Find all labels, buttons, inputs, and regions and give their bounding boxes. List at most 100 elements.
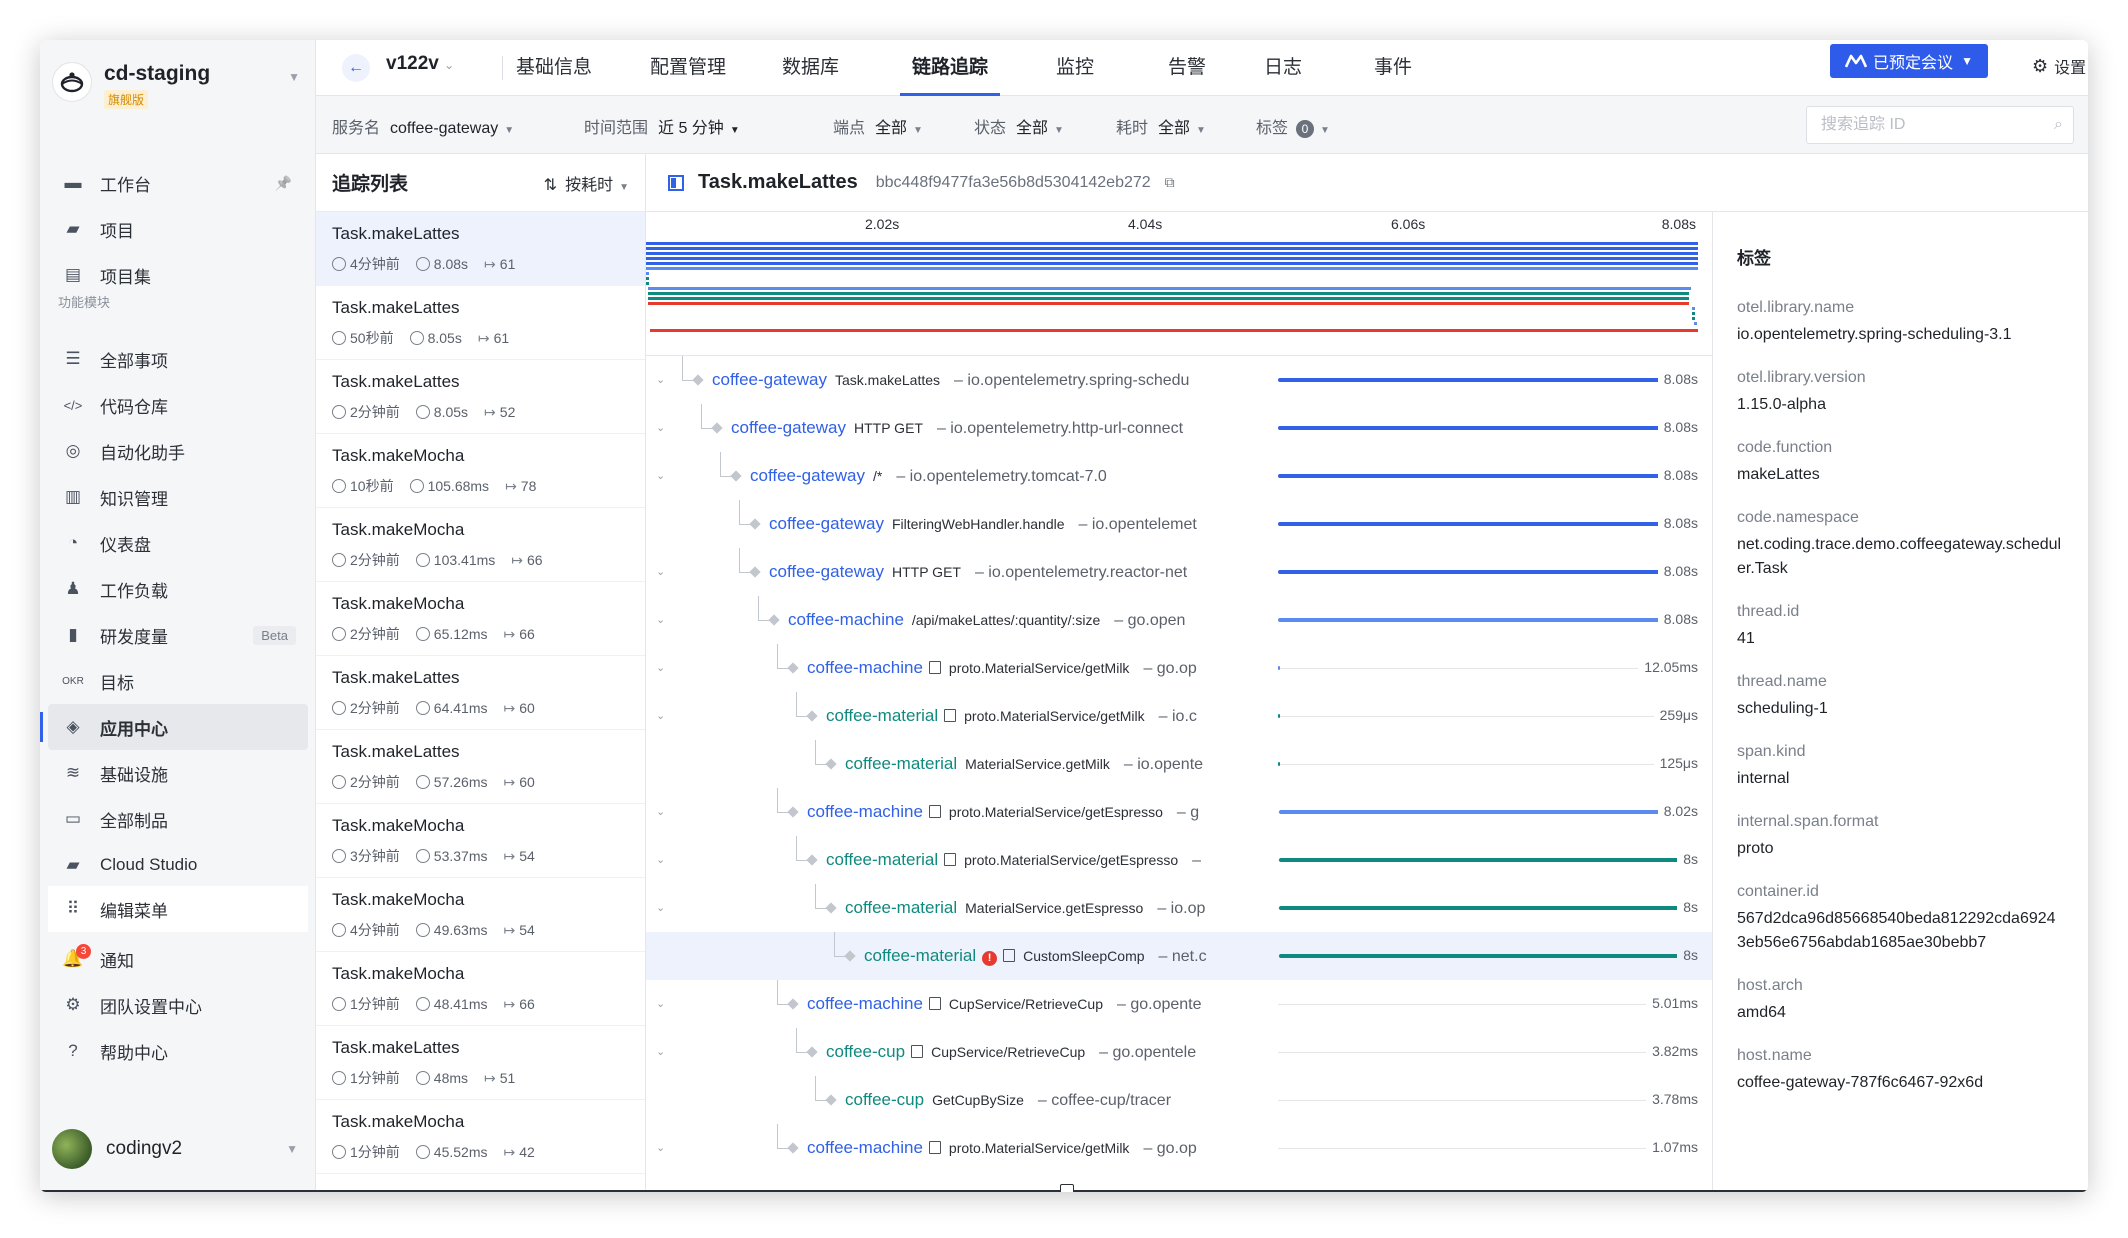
trace-search-input[interactable]: 搜索追踪 ID ⌕	[1806, 106, 2074, 144]
trace-list-item[interactable]: Task.makeMocha 10秒前 105.68ms ↦ 78	[316, 434, 645, 508]
span-service: coffee-machine	[807, 1138, 923, 1157]
tab-7[interactable]: 事件	[1374, 40, 1412, 96]
span-duration: 8.08s	[1657, 419, 1698, 435]
sidebar-item-help[interactable]: ? 帮助中心	[40, 1028, 316, 1074]
endpoint-filter[interactable]: 端点 全部 ▼	[833, 114, 923, 138]
sidebar-item-monitor[interactable]: ▬ 工作台 📌	[40, 160, 316, 206]
sidebar-item-dashboard[interactable]: ◔ 仪表盘	[40, 520, 316, 566]
tab-2[interactable]: 数据库	[782, 40, 839, 96]
trace-list-item[interactable]: Task.makeLattes 4分钟前 8.08s ↦ 61	[316, 212, 645, 286]
tab-0[interactable]: 基础信息	[516, 40, 592, 96]
chevron-down-icon[interactable]: ⌄	[656, 709, 665, 722]
trace-list-item[interactable]: Task.makeMocha 1分钟前 45.52ms ↦ 42	[316, 1100, 645, 1174]
chevron-down-icon[interactable]: ⌄	[656, 805, 665, 818]
trace-list-item[interactable]: Task.makeLattes 2分钟前 57.26ms ↦ 60	[316, 730, 645, 804]
sidebar-item-list[interactable]: ☰ 全部事项	[40, 336, 316, 382]
sidebar-item-bell[interactable]: 🔔 3 通知	[40, 936, 316, 982]
span-row[interactable]: coffee-cup GetCupBySize – coffee-cup/trace…	[646, 1076, 1712, 1124]
sidebar-item-okr[interactable]: OKR 目标	[40, 658, 316, 704]
version-select[interactable]: v122v ⌄	[386, 53, 454, 75]
timeline-minimap[interactable]	[646, 234, 1712, 356]
sidebar-item-code[interactable]: </> 代码仓库	[40, 382, 316, 428]
chevron-down-icon[interactable]: ⌄	[656, 853, 665, 866]
pin-icon[interactable]: 📌	[275, 175, 292, 192]
sidebar-item-workload[interactable]: ♟ 工作负载	[40, 566, 316, 612]
chevron-down-icon[interactable]: ⌄	[656, 901, 665, 914]
chevron-down-icon[interactable]: ⌄	[656, 1045, 665, 1058]
chevron-down-icon[interactable]: ⌄	[656, 421, 665, 434]
sidebar-item-database[interactable]: ≋ 基础设施	[40, 750, 316, 796]
span-row[interactable]: ⌄ coffee-gateway HTTP GET – io.opentelemetr…	[646, 404, 1712, 452]
tab-4[interactable]: 监控	[1056, 40, 1094, 96]
chevron-down-icon[interactable]: ⌄	[656, 565, 665, 578]
sidebar-item-gear[interactable]: ⚙ 团队设置中心	[40, 982, 316, 1028]
span-row[interactable]: ⌄ coffee-machine proto.MaterialService/get…	[646, 1124, 1712, 1172]
trace-time: 50秒前	[332, 328, 394, 348]
span-row[interactable]: ⌄ coffee-machine CupService/RetrieveCup – g…	[646, 980, 1712, 1028]
clock-icon	[332, 257, 346, 271]
sidebar-item-book[interactable]: ▥ 知识管理	[40, 474, 316, 520]
span-row[interactable]: coffee-material MaterialService.getMilk – …	[646, 740, 1712, 788]
span-row[interactable]: ⌄ coffee-material MaterialService.getEspre…	[646, 884, 1712, 932]
tab-3[interactable]: 链路追踪	[899, 40, 1001, 96]
time-range-filter[interactable]: 时间范围近 5 分钟 ▼	[584, 114, 740, 138]
chevron-down-icon[interactable]: ⌄	[656, 469, 665, 482]
span-row[interactable]: ⌄ coffee-machine proto.MaterialService/get…	[646, 788, 1712, 836]
trace-list-item[interactable]: Task.makeMocha 4分钟前 49.63ms ↦ 54	[316, 878, 645, 952]
settings-button[interactable]: ⚙ 设置	[2032, 54, 2086, 78]
span-label: coffee-material proto.MaterialService/get…	[826, 692, 1197, 740]
span-row[interactable]: ⌄ coffee-material proto.MaterialService/ge…	[646, 692, 1712, 740]
trace-list-item[interactable]: Task.makeLattes 2分钟前 64.41ms ↦ 60	[316, 656, 645, 730]
span-row[interactable]: coffee-material! CustomSleepComp – net.c 8s	[646, 932, 1712, 980]
tab-6[interactable]: 日志	[1264, 40, 1302, 96]
trace-meta: 4分钟前 49.63ms ↦ 54	[332, 920, 629, 940]
status-filter[interactable]: 状态 全部 ▼	[974, 114, 1064, 138]
span-row[interactable]: ⌄ coffee-material proto.MaterialService/ge…	[646, 836, 1712, 884]
sidebar-item-cube[interactable]: ◈ 应用中心	[40, 704, 308, 750]
span-label: coffee-machine proto.MaterialService/getM…	[807, 1124, 1197, 1172]
trace-list-item[interactable]: Task.makeMocha 1分钟前 48.41ms ↦ 66	[316, 952, 645, 1026]
trace-list-item[interactable]: Task.makeLattes 1分钟前 48ms ↦ 51	[316, 1026, 645, 1100]
span-row[interactable]: ⌄ coffee-cup CupService/RetrieveCup – go.op…	[646, 1028, 1712, 1076]
span-row[interactable]: ⌄ coffee-gateway Task.makeLattes – io.opent…	[646, 356, 1712, 404]
service-filter[interactable]: 服务名 coffee-gateway ▼	[332, 114, 514, 138]
project-switcher[interactable]: cd-staging 旗舰版 ▼	[52, 54, 304, 112]
span-row[interactable]: ⌄ coffee-gateway /* – io.opentelemetry.tomc…	[646, 452, 1712, 500]
sidebar-item-folder[interactable]: ▰ 项目	[40, 206, 316, 252]
span-row[interactable]: ⌄ coffee-gateway HTTP GET – io.opentelemetr…	[646, 548, 1712, 596]
span-row[interactable]: ⌄ coffee-machine proto.MaterialService/get…	[646, 644, 1712, 692]
span-row[interactable]: coffee-gateway FilteringWebHandler.handle…	[646, 500, 1712, 548]
tree-line	[796, 836, 797, 860]
tree-line	[701, 404, 702, 428]
span-row[interactable]: ⌄ coffee-machine/api/makeLattes/:quantity…	[646, 596, 1712, 644]
resize-handle[interactable]	[1060, 1184, 1074, 1192]
trace-list-item[interactable]: Task.makeMocha 2分钟前 65.12ms ↦ 66	[316, 582, 645, 656]
trace-list-item[interactable]: Task.makeLattes 50秒前 8.05s ↦ 61	[316, 286, 645, 360]
meeting-button[interactable]: 已预定会议 ▼	[1830, 44, 1988, 78]
sidebar-item-robot[interactable]: ◎ 自动化助手	[40, 428, 316, 474]
tags-filter[interactable]: 标签 0 ▼	[1256, 114, 1330, 138]
trace-list-item[interactable]: Task.makeLattes 2分钟前 8.05s ↦ 52	[316, 360, 645, 434]
panel-toggle-icon[interactable]	[668, 174, 684, 191]
tab-1[interactable]: 配置管理	[650, 40, 726, 96]
sidebar-item-cloud-studio[interactable]: ▰ Cloud Studio	[40, 842, 316, 888]
sidebar-item-bar-chart[interactable]: ▮ 研发度量 Beta	[40, 612, 316, 658]
trace-list-item[interactable]: Task.makeMocha 3分钟前 53.37ms ↦ 54	[316, 804, 645, 878]
chevron-down-icon[interactable]: ⌄	[656, 1141, 665, 1154]
tab-5[interactable]: 告警	[1168, 40, 1206, 96]
span-count-icon: ↦	[503, 699, 516, 716]
chevron-down-icon[interactable]: ⌄	[656, 997, 665, 1010]
sort-button[interactable]: ⇅ 按耗时 ▼	[544, 171, 629, 195]
sidebar-item-artifact[interactable]: ▭ 全部制品	[40, 796, 316, 842]
chevron-down-icon[interactable]: ⌄	[656, 661, 665, 674]
chevron-down-icon[interactable]: ⌄	[656, 613, 665, 626]
chevron-down-icon[interactable]: ⌄	[656, 373, 665, 386]
copy-icon[interactable]: ⧉	[1165, 174, 1175, 191]
duration-filter[interactable]: 耗时 全部 ▼	[1116, 114, 1206, 138]
user-menu[interactable]: codingv2 ▼	[52, 1126, 304, 1172]
trace-list-item[interactable]: Task.makeMocha 2分钟前 103.41ms ↦ 66	[316, 508, 645, 582]
okr-icon: OKR	[62, 675, 84, 687]
back-arrow-icon[interactable]: ←	[342, 54, 370, 82]
sidebar-item-grid[interactable]: ⠿ 编辑菜单	[48, 886, 308, 932]
span-label: coffee-material MaterialService.getMilk – …	[845, 740, 1203, 788]
